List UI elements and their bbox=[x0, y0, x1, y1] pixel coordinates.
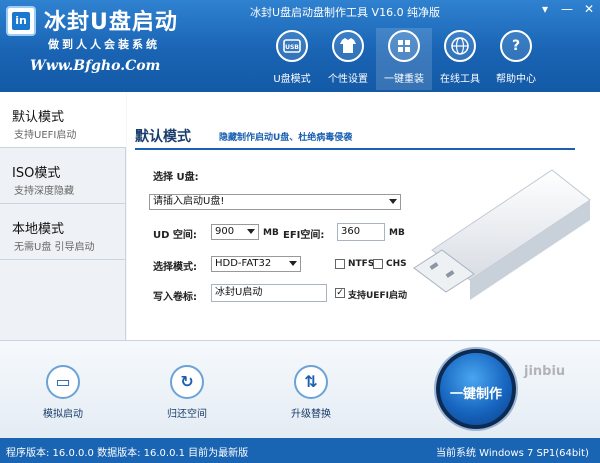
window-title: 冰封U盘启动盘制作工具 V16.0 纯净版 bbox=[250, 6, 441, 19]
efi-space-label: EFI空间: bbox=[283, 230, 325, 241]
shirt-icon bbox=[332, 30, 364, 62]
help-icon: ? bbox=[500, 30, 532, 62]
status-bar: 程序版本: 16.0.0.0 数据版本: 16.0.0.1 目前为最新版 当前系… bbox=[0, 438, 600, 463]
restore-space-label: 归还空间 bbox=[167, 409, 207, 420]
upgrade-replace-button[interactable]: ⇅ 升级替换 bbox=[276, 359, 346, 429]
tab-title: ISO模式 bbox=[12, 166, 61, 181]
simulate-boot-button[interactable]: ▭ 模拟启动 bbox=[28, 359, 98, 429]
chevron-down-icon bbox=[389, 199, 397, 204]
usb-icon: USB bbox=[276, 30, 308, 62]
app-site: Www.Bfgho.Com bbox=[30, 58, 161, 74]
tab-desc: 支持深度隐藏 bbox=[14, 186, 74, 197]
tab-title: 本地模式 bbox=[12, 222, 65, 237]
select-disk-label: 选择 U盘: bbox=[153, 172, 199, 183]
tool-reinstall[interactable]: 一键重装 bbox=[376, 28, 432, 90]
minimize-button[interactable]: — bbox=[560, 2, 574, 16]
app-slogan: 做到人人会装系统 bbox=[48, 38, 160, 51]
volume-field[interactable]: 冰封U启动 bbox=[211, 284, 327, 302]
ntfs-checkbox[interactable] bbox=[335, 259, 345, 269]
tool-label: 在线工具 bbox=[440, 74, 480, 85]
chs-label: CHS bbox=[386, 259, 407, 269]
header: in 冰封U盘启动 做到人人会装系统 Www.Bfgho.Com 冰封U盘启动盘… bbox=[0, 0, 600, 92]
upgrade-replace-label: 升级替换 bbox=[291, 409, 331, 420]
tab-local-mode[interactable]: 本地模式 无需U盘 引导启动 bbox=[0, 204, 126, 260]
page-subtitle: 隐藏制作启动U盘、杜绝病毒侵袭 bbox=[219, 133, 353, 143]
page-title: 默认模式 bbox=[135, 129, 191, 145]
watermark: jinbiu bbox=[524, 364, 566, 379]
app-window: in 冰封U盘启动 做到人人会装系统 Www.Bfgho.Com 冰封U盘启动盘… bbox=[0, 0, 600, 463]
efi-space-field[interactable]: 360 bbox=[337, 223, 385, 241]
chevron-down-icon bbox=[247, 229, 255, 234]
simulate-boot-label: 模拟启动 bbox=[43, 409, 83, 420]
disk-select[interactable]: 请插入启动U盘! bbox=[149, 194, 401, 210]
ntfs-label: NTFS bbox=[348, 259, 375, 269]
tab-iso-mode[interactable]: ISO模式 支持深度隐藏 bbox=[0, 148, 126, 204]
tool-online[interactable]: 在线工具 bbox=[432, 28, 488, 90]
one-click-make-button[interactable]: 一键制作 bbox=[436, 349, 516, 429]
usb-drive-illustration bbox=[413, 169, 591, 300]
globe-icon bbox=[444, 30, 476, 62]
close-button[interactable]: ✕ bbox=[582, 2, 596, 16]
uefi-checkbox[interactable]: ✓ bbox=[335, 288, 345, 298]
tool-usb-mode[interactable]: USB U盘模式 bbox=[264, 28, 320, 90]
sidebar: 默认模式 支持UEFI启动 ISO模式 支持深度隐藏 本地模式 无需U盘 引导启… bbox=[0, 92, 126, 340]
uefi-label: 支持UEFI启动 bbox=[348, 291, 407, 301]
windows-icon bbox=[388, 30, 420, 62]
toolbar: USB U盘模式 个性设置 一键重装 在线工具 ? 帮助中心 bbox=[264, 28, 544, 90]
tab-default-mode[interactable]: 默认模式 支持UEFI启动 bbox=[0, 92, 126, 148]
mode-label: 选择模式: bbox=[153, 262, 197, 273]
monitor-icon: ▭ bbox=[46, 365, 80, 399]
ud-unit: MB bbox=[263, 228, 279, 238]
tool-personalize[interactable]: 个性设置 bbox=[320, 28, 376, 90]
tool-label: 个性设置 bbox=[328, 74, 368, 85]
refresh-icon: ↻ bbox=[170, 365, 204, 399]
mode-value: HDD-FAT32 bbox=[215, 258, 272, 269]
tab-desc: 支持UEFI启动 bbox=[14, 130, 77, 141]
restore-space-button[interactable]: ↻ 归还空间 bbox=[152, 359, 222, 429]
tool-label: 帮助中心 bbox=[496, 74, 536, 85]
bottom-bar: ▭ 模拟启动 ↻ 归还空间 ⇅ 升级替换 一键制作 bbox=[0, 340, 600, 438]
menu-button[interactable]: ▾ bbox=[538, 2, 552, 16]
volume-label: 写入卷标: bbox=[153, 292, 197, 303]
tool-label: 一键重装 bbox=[384, 74, 424, 85]
ud-space-value: 900 bbox=[215, 226, 235, 237]
tool-help[interactable]: ? 帮助中心 bbox=[488, 28, 544, 90]
tab-desc: 无需U盘 引导启动 bbox=[14, 242, 95, 253]
swap-icon: ⇅ bbox=[294, 365, 328, 399]
tool-label: U盘模式 bbox=[273, 74, 311, 85]
svg-text:USB: USB bbox=[285, 44, 299, 51]
chevron-down-icon bbox=[289, 261, 297, 266]
version-status: 程序版本: 16.0.0.0 数据版本: 16.0.0.1 目前为最新版 bbox=[6, 448, 249, 459]
one-click-make-label: 一键制作 bbox=[449, 387, 502, 402]
mode-select[interactable]: HDD-FAT32 bbox=[211, 256, 301, 272]
ud-space-select[interactable]: 900 bbox=[211, 224, 259, 240]
disk-select-value: 请插入启动U盘! bbox=[153, 196, 225, 207]
ud-space-label: UD 空间: bbox=[153, 230, 197, 241]
chs-checkbox[interactable] bbox=[373, 259, 383, 269]
title-divider bbox=[135, 148, 575, 150]
app-name: 冰封U盘启动 bbox=[44, 10, 178, 35]
efi-unit: MB bbox=[389, 228, 405, 238]
tab-title: 默认模式 bbox=[12, 110, 65, 125]
app-logo: in bbox=[6, 6, 36, 36]
system-status: 当前系统 Windows 7 SP1(64bit) bbox=[436, 448, 589, 459]
